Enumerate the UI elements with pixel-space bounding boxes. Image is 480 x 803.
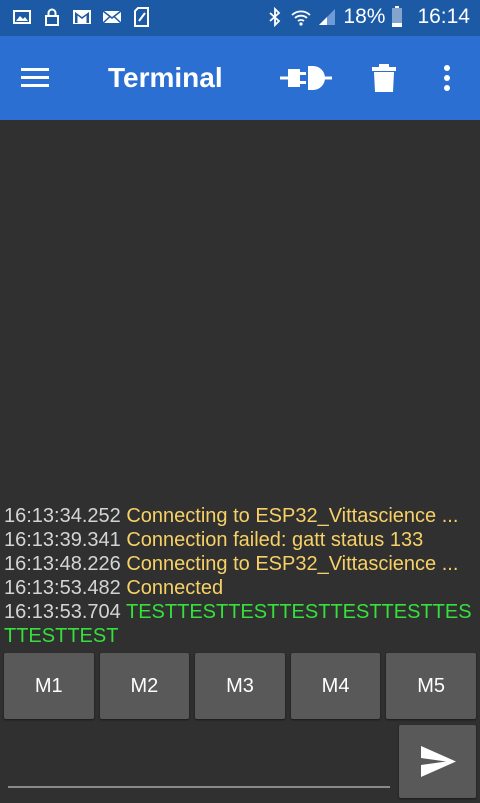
log-message: Connected <box>126 577 224 599</box>
signal-icon <box>319 9 336 25</box>
bluetooth-icon <box>269 7 281 27</box>
log-line: 16:13:53.482 Connected <box>4 576 476 600</box>
status-bar-system: 18% 16:14 <box>265 5 470 29</box>
send-icon <box>421 746 456 777</box>
log-line: 16:13:39.341 Connection failed: gatt sta… <box>4 528 476 552</box>
macro-button-bar: M1 M2 M3 M4 M5 <box>4 653 476 719</box>
send-button[interactable] <box>399 725 476 798</box>
log-line: 16:13:48.226 Connecting to ESP32_Vittasc… <box>4 552 476 576</box>
terminal-output[interactable]: 16:13:34.252 Connecting to ESP32_Vittasc… <box>0 120 480 650</box>
log-timestamp: 16:13:53.704 <box>4 601 121 623</box>
image-icon <box>13 10 31 24</box>
lock-icon <box>45 8 59 26</box>
log-message: Connecting to ESP32_Vittascience ... <box>126 553 459 575</box>
wifi-icon <box>291 10 312 26</box>
log-timestamp: 16:13:39.341 <box>4 529 121 551</box>
macro-button-m5[interactable]: M5 <box>386 653 476 719</box>
sim-icon <box>134 7 149 27</box>
input-underline <box>8 786 390 788</box>
status-bar: 18% 16:14 <box>0 0 480 36</box>
mail-icon <box>102 10 122 24</box>
log-message: Connecting to ESP32_Vittascience ... <box>126 505 459 527</box>
log-message: Connection failed: gatt status 133 <box>126 529 424 551</box>
log-timestamp: 16:13:53.482 <box>4 577 121 599</box>
log-line: 16:13:53.704 TESTTESTTESTTESTTESTTESTTES… <box>4 600 476 648</box>
macro-button-m2[interactable]: M2 <box>99 653 190 719</box>
battery-icon <box>392 6 403 27</box>
app-bar: Terminal <box>0 36 480 120</box>
gmail-icon <box>73 10 91 24</box>
send-text-input[interactable] <box>8 740 394 786</box>
macro-button-m1[interactable]: M1 <box>4 653 94 719</box>
log-timestamp: 16:13:48.226 <box>4 553 121 575</box>
menu-icon[interactable] <box>18 62 54 94</box>
battery-percentage: 18% <box>343 5 386 28</box>
page-title: Terminal <box>108 62 223 93</box>
status-bar-notifications <box>12 7 152 27</box>
terminal-log: 16:13:34.252 Connecting to ESP32_Vittasc… <box>4 504 476 648</box>
macro-button-m4[interactable]: M4 <box>290 653 381 719</box>
log-timestamp: 16:13:34.252 <box>4 505 121 527</box>
plug-icon[interactable] <box>280 60 332 96</box>
macro-button-m3[interactable]: M3 <box>195 653 285 719</box>
clock: 16:14 <box>417 5 470 28</box>
more-vert-icon[interactable] <box>438 62 456 94</box>
trash-icon[interactable] <box>371 60 397 96</box>
log-line: 16:13:34.252 Connecting to ESP32_Vittasc… <box>4 504 476 528</box>
